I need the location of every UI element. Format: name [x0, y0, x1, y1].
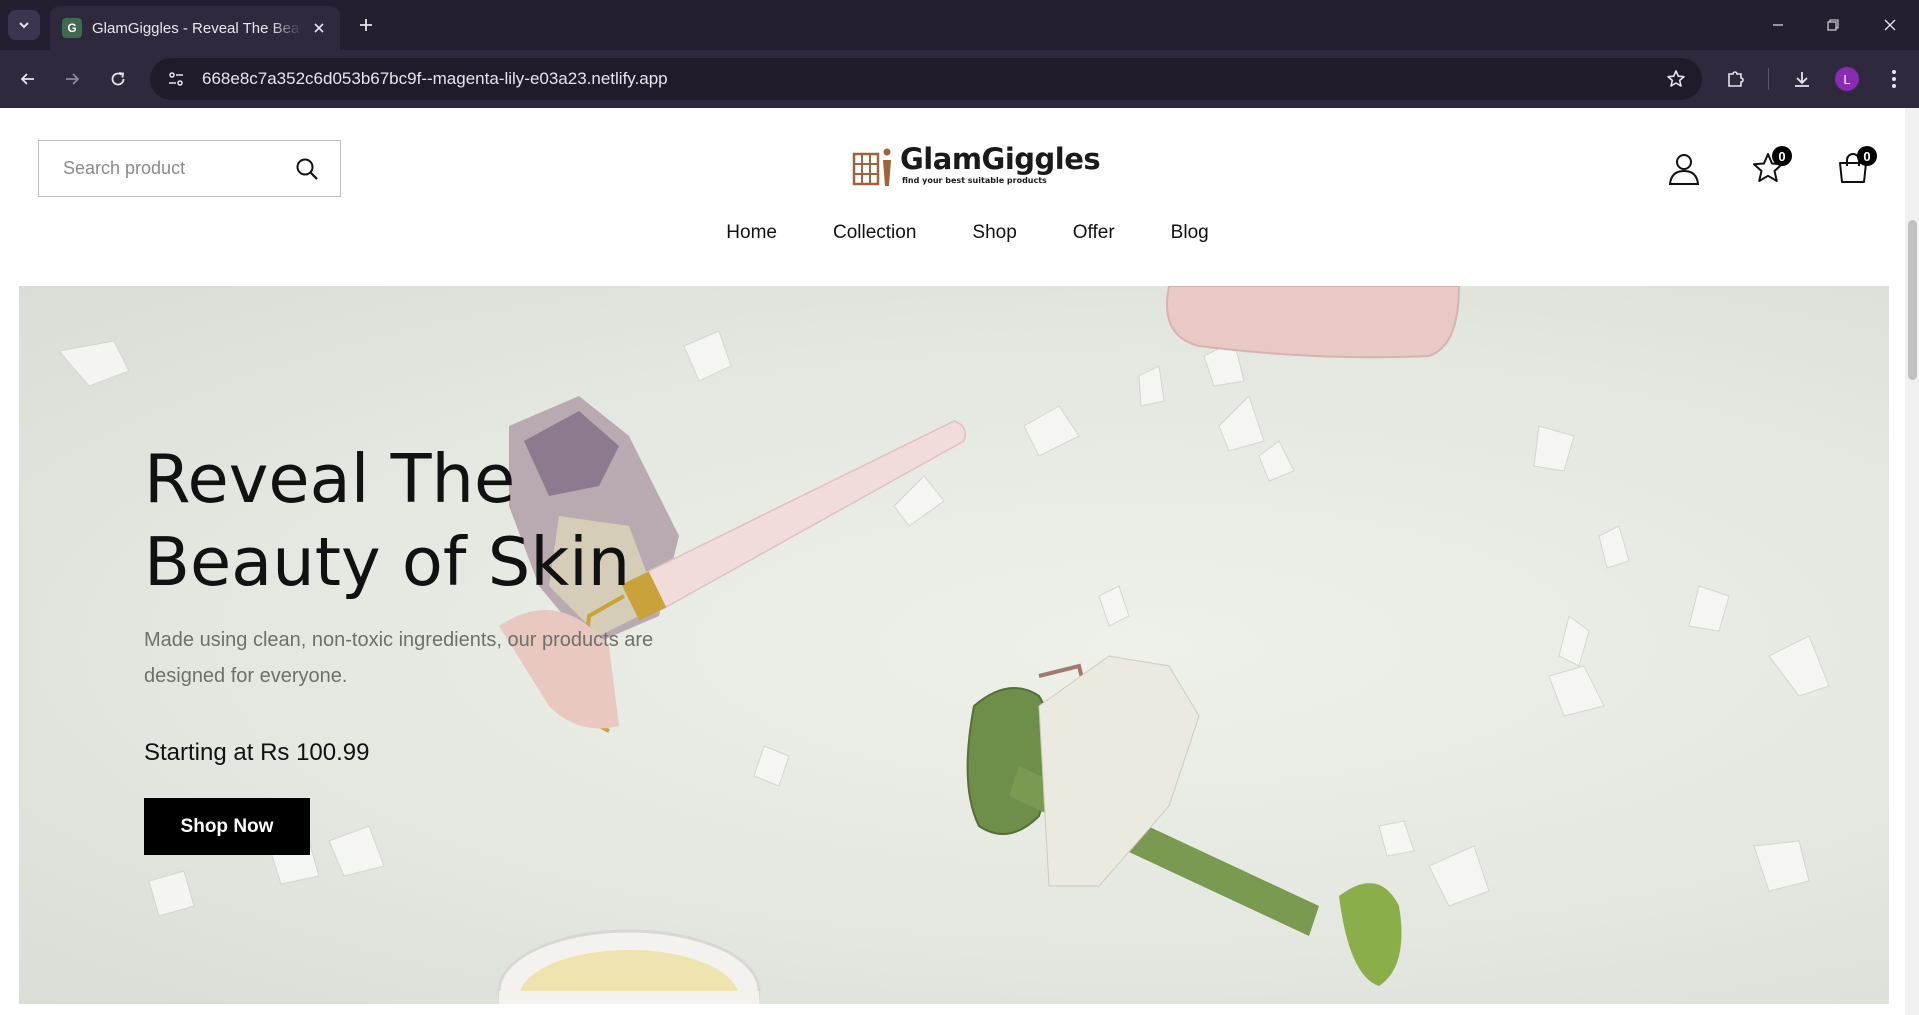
search-input[interactable] — [63, 158, 295, 179]
tab-close-button[interactable] — [310, 19, 328, 37]
profile-button[interactable]: L — [1831, 63, 1863, 95]
url-text: 668e8c7a352c6d053b67bc9f--magenta-lily-e… — [202, 69, 668, 88]
new-tab-button[interactable] — [354, 13, 378, 37]
downloads-button[interactable] — [1786, 63, 1818, 95]
kebab-menu-icon — [1892, 70, 1896, 88]
address-bar[interactable]: 668e8c7a352c6d053b67bc9f--magenta-lily-e… — [150, 58, 1702, 100]
arrow-right-icon — [66, 73, 80, 85]
minimize-button[interactable] — [1765, 12, 1791, 38]
profile-avatar: L — [1835, 67, 1859, 91]
tab-search-button[interactable] — [8, 10, 40, 40]
nav-shop[interactable]: Shop — [972, 222, 1016, 244]
back-button[interactable] — [12, 63, 44, 95]
hero-price: Starting at Rs 100.99 — [144, 739, 370, 766]
account-button[interactable] — [1664, 148, 1704, 188]
hero-banner: Reveal The Beauty of Skin Made using cle… — [19, 286, 1889, 1004]
reload-icon — [111, 72, 125, 86]
restore-button[interactable] — [1820, 12, 1846, 38]
restore-icon — [1827, 19, 1839, 31]
download-icon — [1795, 72, 1809, 87]
hero-title-line2: Beauty of Skin — [144, 523, 631, 601]
logo-icon — [852, 148, 891, 186]
wishlist-button[interactable]: 0 — [1748, 146, 1792, 188]
bookmark-button[interactable] — [1662, 65, 1690, 93]
window-close-button[interactable] — [1877, 12, 1903, 38]
browser-tab-strip: G GlamGiggles - Reveal The Beauty of Ski… — [0, 0, 1919, 50]
hero-subtitle: Made using clean, non-toxic ingredients,… — [144, 629, 654, 687]
logo-name: GlamGiggles — [900, 142, 1101, 176]
minimize-icon — [1773, 24, 1783, 26]
search-icon — [296, 158, 318, 180]
star-icon — [1667, 70, 1685, 87]
forward-button[interactable] — [56, 63, 88, 95]
wishlist-count-badge: 0 — [1772, 146, 1792, 166]
hero-title: Reveal The Beauty of Skin — [144, 438, 744, 604]
scrollbar-thumb[interactable] — [1908, 220, 1917, 380]
product-search — [38, 140, 341, 197]
puzzle-icon — [1728, 71, 1744, 87]
cart-count-badge: 0 — [1857, 146, 1877, 166]
close-icon — [314, 23, 324, 33]
nav-blog[interactable]: Blog — [1171, 222, 1209, 244]
tab-title: GlamGiggles - Reveal The Beauty of Skin — [92, 19, 302, 37]
plus-icon — [360, 19, 372, 31]
close-icon — [1884, 19, 1896, 31]
tune-icon — [169, 72, 183, 86]
browser-menu-button[interactable] — [1878, 63, 1910, 95]
nav-home[interactable]: Home — [726, 222, 777, 244]
site-logo[interactable]: GlamGiggles find your best suitable prod… — [852, 142, 1101, 192]
favicon-icon: G — [62, 18, 82, 38]
extensions-button[interactable] — [1720, 63, 1752, 95]
logo-tagline: find your best suitable products — [902, 176, 1047, 185]
user-icon — [1668, 154, 1700, 185]
cart-button[interactable]: 0 — [1833, 146, 1877, 188]
shop-now-button[interactable]: Shop Now — [144, 798, 310, 855]
reload-button[interactable] — [102, 63, 134, 95]
toolbar-divider — [1768, 68, 1769, 90]
nav-offer[interactable]: Offer — [1073, 222, 1115, 244]
hero-title-line1: Reveal The — [144, 440, 516, 518]
arrow-left-icon — [20, 73, 34, 85]
search-button[interactable] — [295, 155, 319, 183]
site-info-button[interactable] — [156, 63, 196, 95]
main-navigation: Home Collection Shop Offer Blog — [0, 222, 1905, 244]
page-scrollbar[interactable] — [1905, 108, 1919, 1015]
active-tab[interactable]: G GlamGiggles - Reveal The Beauty of Ski… — [50, 6, 340, 50]
chevron-down-icon — [19, 22, 29, 29]
nav-collection[interactable]: Collection — [833, 222, 916, 244]
